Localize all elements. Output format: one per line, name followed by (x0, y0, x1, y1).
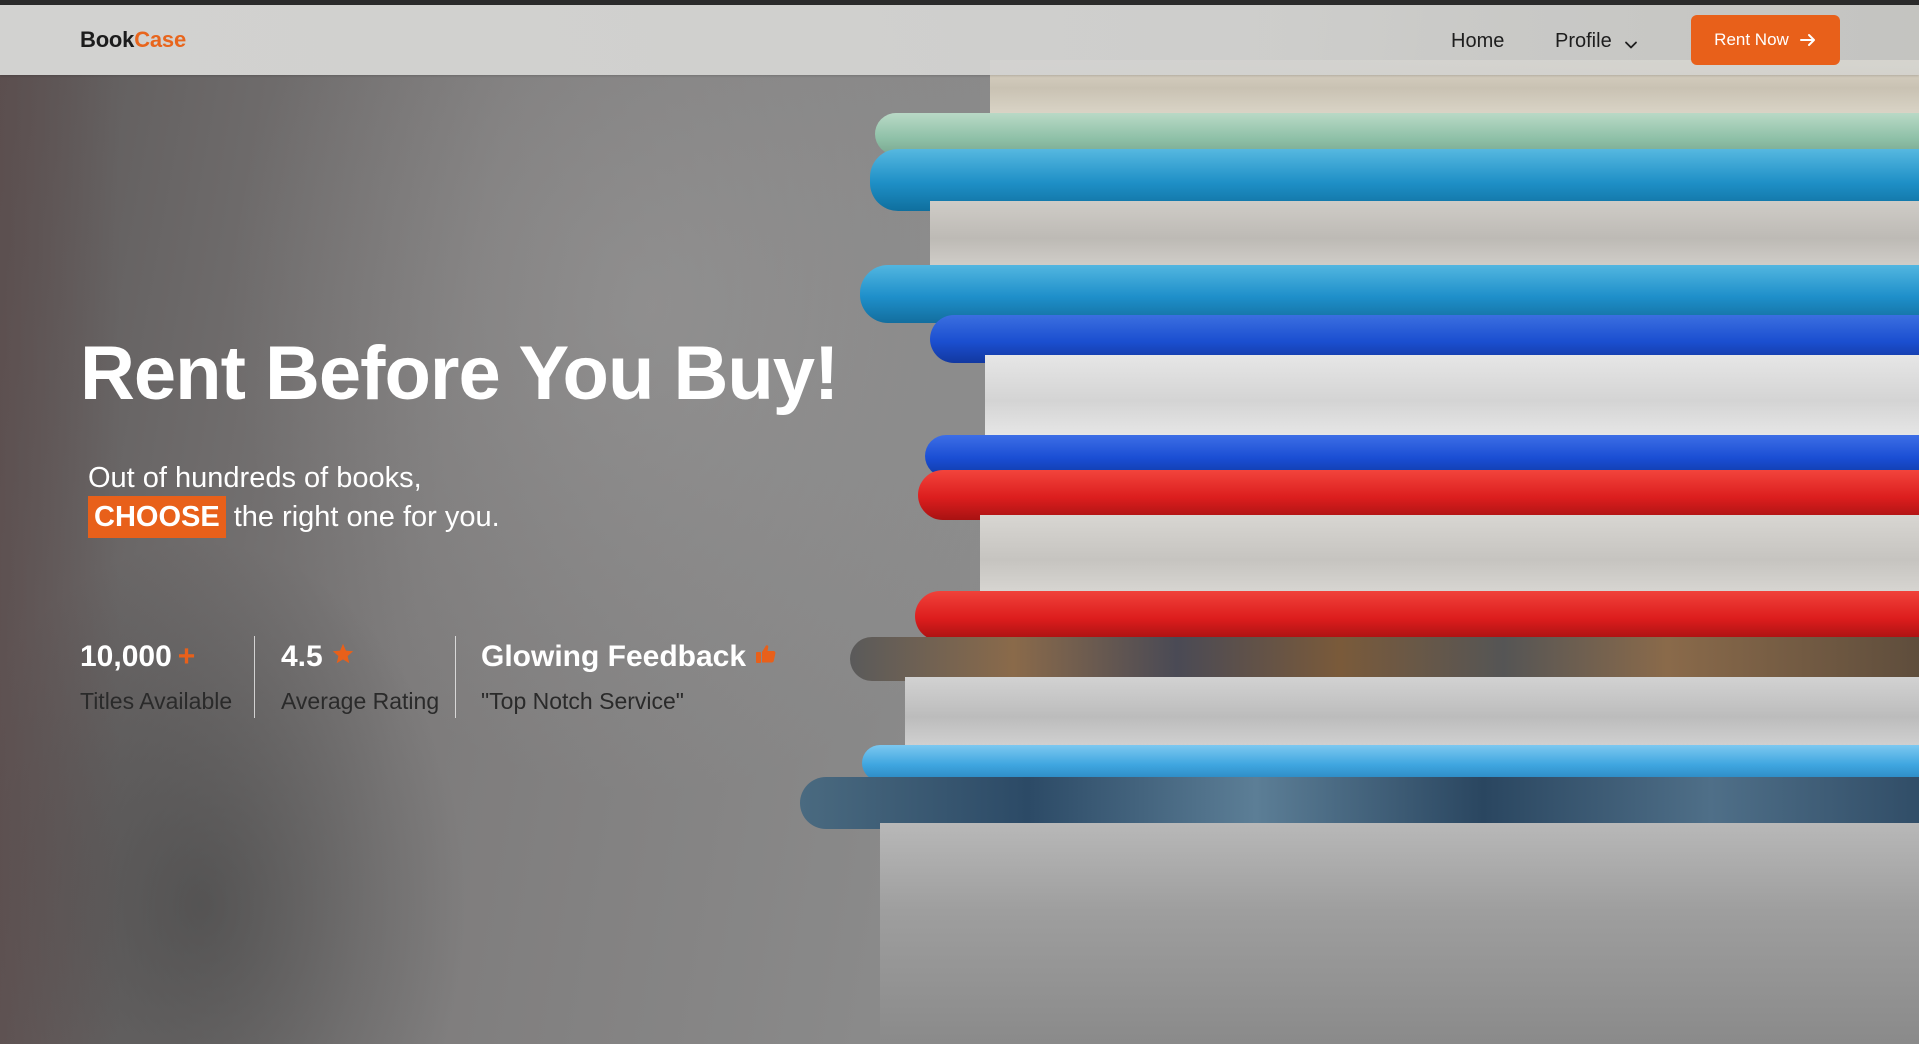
stat-divider (455, 636, 456, 718)
stat-rating-label: Average Rating (281, 688, 440, 714)
hero-subline-2-text: the right one for you. (233, 500, 500, 533)
nav-profile-dropdown[interactable]: Profile (1555, 30, 1638, 53)
chevron-down-icon (1624, 35, 1638, 49)
rent-now-label: Rent Now (1714, 30, 1789, 49)
brand-part-1: Book (80, 27, 135, 52)
stat-rating-value: 4.5 (281, 640, 323, 673)
plus-icon: + (177, 640, 196, 673)
nav-home-link[interactable]: Home (1451, 30, 1504, 53)
hero-subline-2: CHOOSE the right one for you. (88, 496, 500, 538)
arrow-right-icon (1799, 31, 1817, 49)
brand-logo[interactable]: BookCase (80, 27, 186, 53)
hero-subline-1: Out of hundreds of books, (88, 462, 422, 494)
stat-feedback-value: Glowing Feedback (481, 640, 747, 673)
thumbs-up-icon (754, 640, 778, 674)
stat-feedback: Glowing Feedback "Top Notch Service" (481, 640, 778, 715)
stat-feedback-label: "Top Notch Service" (481, 688, 684, 714)
stat-titles: 10,000 + Titles Available (80, 640, 232, 715)
nav-profile-label: Profile (1555, 30, 1612, 52)
stat-titles-label: Titles Available (80, 688, 233, 714)
choose-highlight: CHOOSE (88, 496, 226, 538)
brand-part-2: Case (134, 27, 186, 52)
star-icon (331, 640, 355, 674)
stat-titles-value: 10,000 (80, 640, 172, 673)
rent-now-button[interactable]: Rent Now (1691, 15, 1840, 65)
book-stack-image (800, 5, 1919, 1044)
hero-headline: Rent Before You Buy! (80, 331, 839, 416)
stat-rating: 4.5 Average Rating (281, 640, 439, 715)
navbar: BookCase Home Profile Rent Now (0, 5, 1919, 75)
stat-divider (254, 636, 255, 718)
